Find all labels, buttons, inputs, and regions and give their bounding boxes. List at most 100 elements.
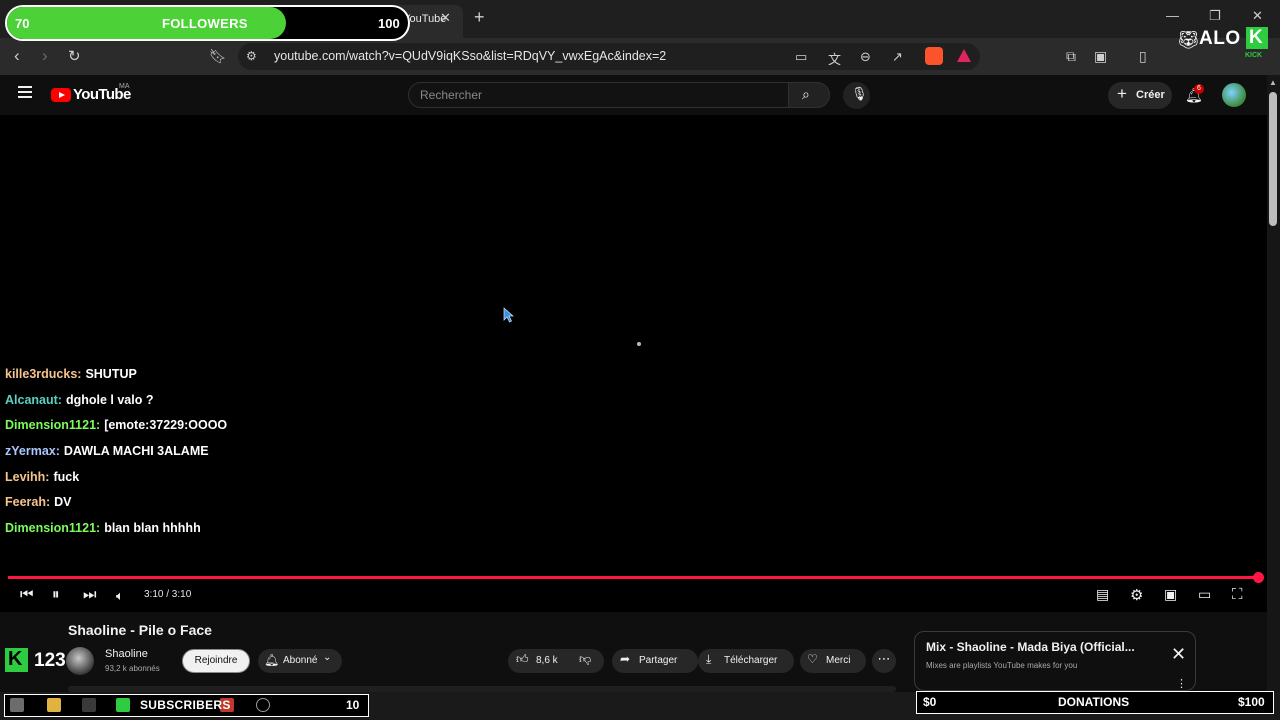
mouse-cursor-icon: [503, 307, 514, 323]
kick-app-icon[interactable]: [116, 698, 130, 712]
hamburger-menu-icon[interactable]: [18, 86, 32, 98]
scrollbar-thumb[interactable]: [1269, 92, 1277, 226]
translate-icon[interactable]: 文: [828, 49, 841, 68]
chat-message: Alcanaut: dghole l valo ?: [5, 393, 153, 407]
account-avatar[interactable]: [1222, 83, 1246, 107]
notification-badge: 6: [1194, 84, 1204, 94]
subscribers-goal: 10: [346, 698, 360, 712]
brand-sub: KICK: [1245, 52, 1263, 59]
close-tab-icon[interactable]: ✕: [440, 10, 451, 26]
video-title: Shaoline - Pile o Face: [68, 622, 212, 638]
thanks-label[interactable]: Merci: [826, 655, 850, 666]
microphone-icon[interactable]: 🎙︎: [851, 86, 868, 102]
brave-shields-icon[interactable]: [925, 47, 943, 65]
like-icon[interactable]: 👍︎: [516, 652, 529, 667]
next-icon[interactable]: ⏭︎: [83, 586, 97, 603]
url-text[interactable]: youtube.com/watch?v=QUdV9iqKSso&list=RDq…: [274, 49, 666, 63]
more-actions-icon[interactable]: ⋯: [872, 649, 896, 673]
file-explorer-icon[interactable]: [47, 698, 61, 712]
youtube-logo-icon[interactable]: [51, 88, 71, 102]
screenshot-icon[interactable]: ▣: [1094, 48, 1107, 65]
subtitles-icon[interactable]: ▤: [1096, 586, 1109, 603]
obs-icon[interactable]: [256, 698, 270, 712]
close-icon[interactable]: ✕: [1171, 644, 1186, 665]
followers-goal: 100: [378, 16, 400, 31]
chat-message: zYermax: DAWLA MACHI 3ALAME: [5, 444, 209, 458]
chat-text: dghole l valo ?: [65, 393, 154, 407]
theater-mode-icon[interactable]: ▭: [1198, 586, 1211, 603]
search-placeholder[interactable]: Rechercher: [420, 88, 482, 102]
video-player[interactable]: [0, 115, 1267, 612]
channel-name[interactable]: Shaoline: [105, 648, 148, 660]
brave-rewards-icon[interactable]: [957, 49, 971, 62]
chevron-down-icon: ⌄: [323, 652, 332, 663]
chat-text: [emote:37229:OOOO: [104, 418, 228, 432]
followers-current: 70: [15, 16, 30, 31]
restore-icon[interactable]: ❐: [1209, 8, 1221, 24]
miniplayer-icon[interactable]: ▣: [1164, 586, 1177, 603]
dislike-icon[interactable]: 👎︎: [579, 652, 591, 667]
donations-current: $0: [923, 695, 937, 709]
more-vertical-icon[interactable]: ⋮: [1176, 677, 1187, 690]
chat-message: Feerah: DV: [5, 495, 72, 509]
pause-icon[interactable]: ⏸︎: [52, 586, 60, 603]
brand-k: K: [1249, 27, 1263, 48]
brand-word: ALO: [1199, 28, 1241, 49]
fullscreen-icon[interactable]: ⛶: [1232, 586, 1243, 603]
chat-message: kille3rducks: SHUTUP: [5, 367, 137, 381]
mix-title[interactable]: Mix - Shaoline - Mada Biya (Official...: [926, 640, 1135, 654]
chat-text: fuck: [53, 470, 80, 484]
create-label[interactable]: Créer: [1136, 89, 1165, 101]
chat-message: Dimension1121: [emote:37229:OOOO: [5, 418, 227, 432]
scroll-up-icon[interactable]: ▲: [1269, 78, 1277, 87]
share-label[interactable]: Partager: [639, 655, 677, 666]
chat-username: zYermax:: [5, 444, 60, 458]
chat-username: Feerah:: [5, 495, 51, 509]
subscription-bell-icon: 🔔︎: [264, 653, 280, 667]
loading-spinner: [637, 342, 641, 346]
search-icon[interactable]: ⌕: [802, 86, 810, 103]
video-progress-bar[interactable]: [8, 576, 1259, 579]
chat-username: Alcanaut:: [5, 393, 62, 407]
bookmark-icon[interactable]: 🔖︎: [209, 48, 227, 65]
settings-gear-icon[interactable]: ⚙: [1130, 586, 1143, 604]
start-icon[interactable]: [10, 698, 24, 712]
subscriber-count: 93,2 k abonnés: [105, 664, 160, 673]
zoom-icon[interactable]: ⊖: [860, 49, 871, 65]
sidebar-icon[interactable]: ▯: [1139, 48, 1147, 65]
time-display: 3:10 / 3:10: [144, 589, 192, 600]
site-info-icon[interactable]: ⚙: [246, 49, 257, 63]
channel-avatar[interactable]: [66, 647, 94, 675]
close-window-icon[interactable]: ✕: [1252, 8, 1263, 24]
chat-message: Dimension1121: blan blan hhhhh: [5, 521, 201, 535]
heart-dollar-icon: ♡: [807, 652, 818, 666]
new-tab-icon[interactable]: +: [474, 7, 485, 28]
chat-username: Dimension1121:: [5, 418, 101, 432]
tiger-logo-icon: 🐯︎: [1177, 30, 1200, 50]
forward-icon[interactable]: ›: [42, 46, 48, 66]
like-count[interactable]: 8,6 k: [536, 655, 558, 666]
progress-scrubber[interactable]: [1253, 572, 1264, 583]
reload-icon[interactable]: ↻: [68, 47, 81, 65]
app-icon[interactable]: [82, 698, 96, 712]
subscribed-label[interactable]: Abonné: [283, 655, 317, 666]
chat-username: kille3rducks:: [5, 367, 82, 381]
download-label[interactable]: Télécharger: [724, 655, 777, 666]
share-icon[interactable]: ↗: [892, 49, 903, 65]
back-icon[interactable]: ‹: [14, 46, 20, 66]
volume-icon[interactable]: 🔈︎: [116, 588, 124, 604]
previous-icon[interactable]: ⏮︎: [20, 586, 34, 603]
chat-text: blan blan hhhhh: [104, 521, 201, 535]
chat-message: Levihh: fuck: [5, 470, 79, 484]
extensions-icon[interactable]: ⧉: [1066, 48, 1076, 65]
followers-label: FOLLOWERS: [162, 16, 248, 31]
minimize-icon[interactable]: —: [1166, 8, 1179, 23]
cast-icon[interactable]: ▭: [795, 49, 807, 65]
mix-subtitle: Mixes are playlists YouTube makes for yo…: [926, 661, 1078, 670]
donations-goal: $100: [1238, 695, 1265, 709]
plus-icon: +: [1117, 84, 1127, 103]
subscribers-label: SUBSCRIBERS: [140, 698, 231, 712]
chat-username: Dimension1121:: [5, 521, 101, 535]
join-button[interactable]: Rejoindre: [182, 649, 250, 673]
kick-letter: K: [8, 648, 23, 670]
